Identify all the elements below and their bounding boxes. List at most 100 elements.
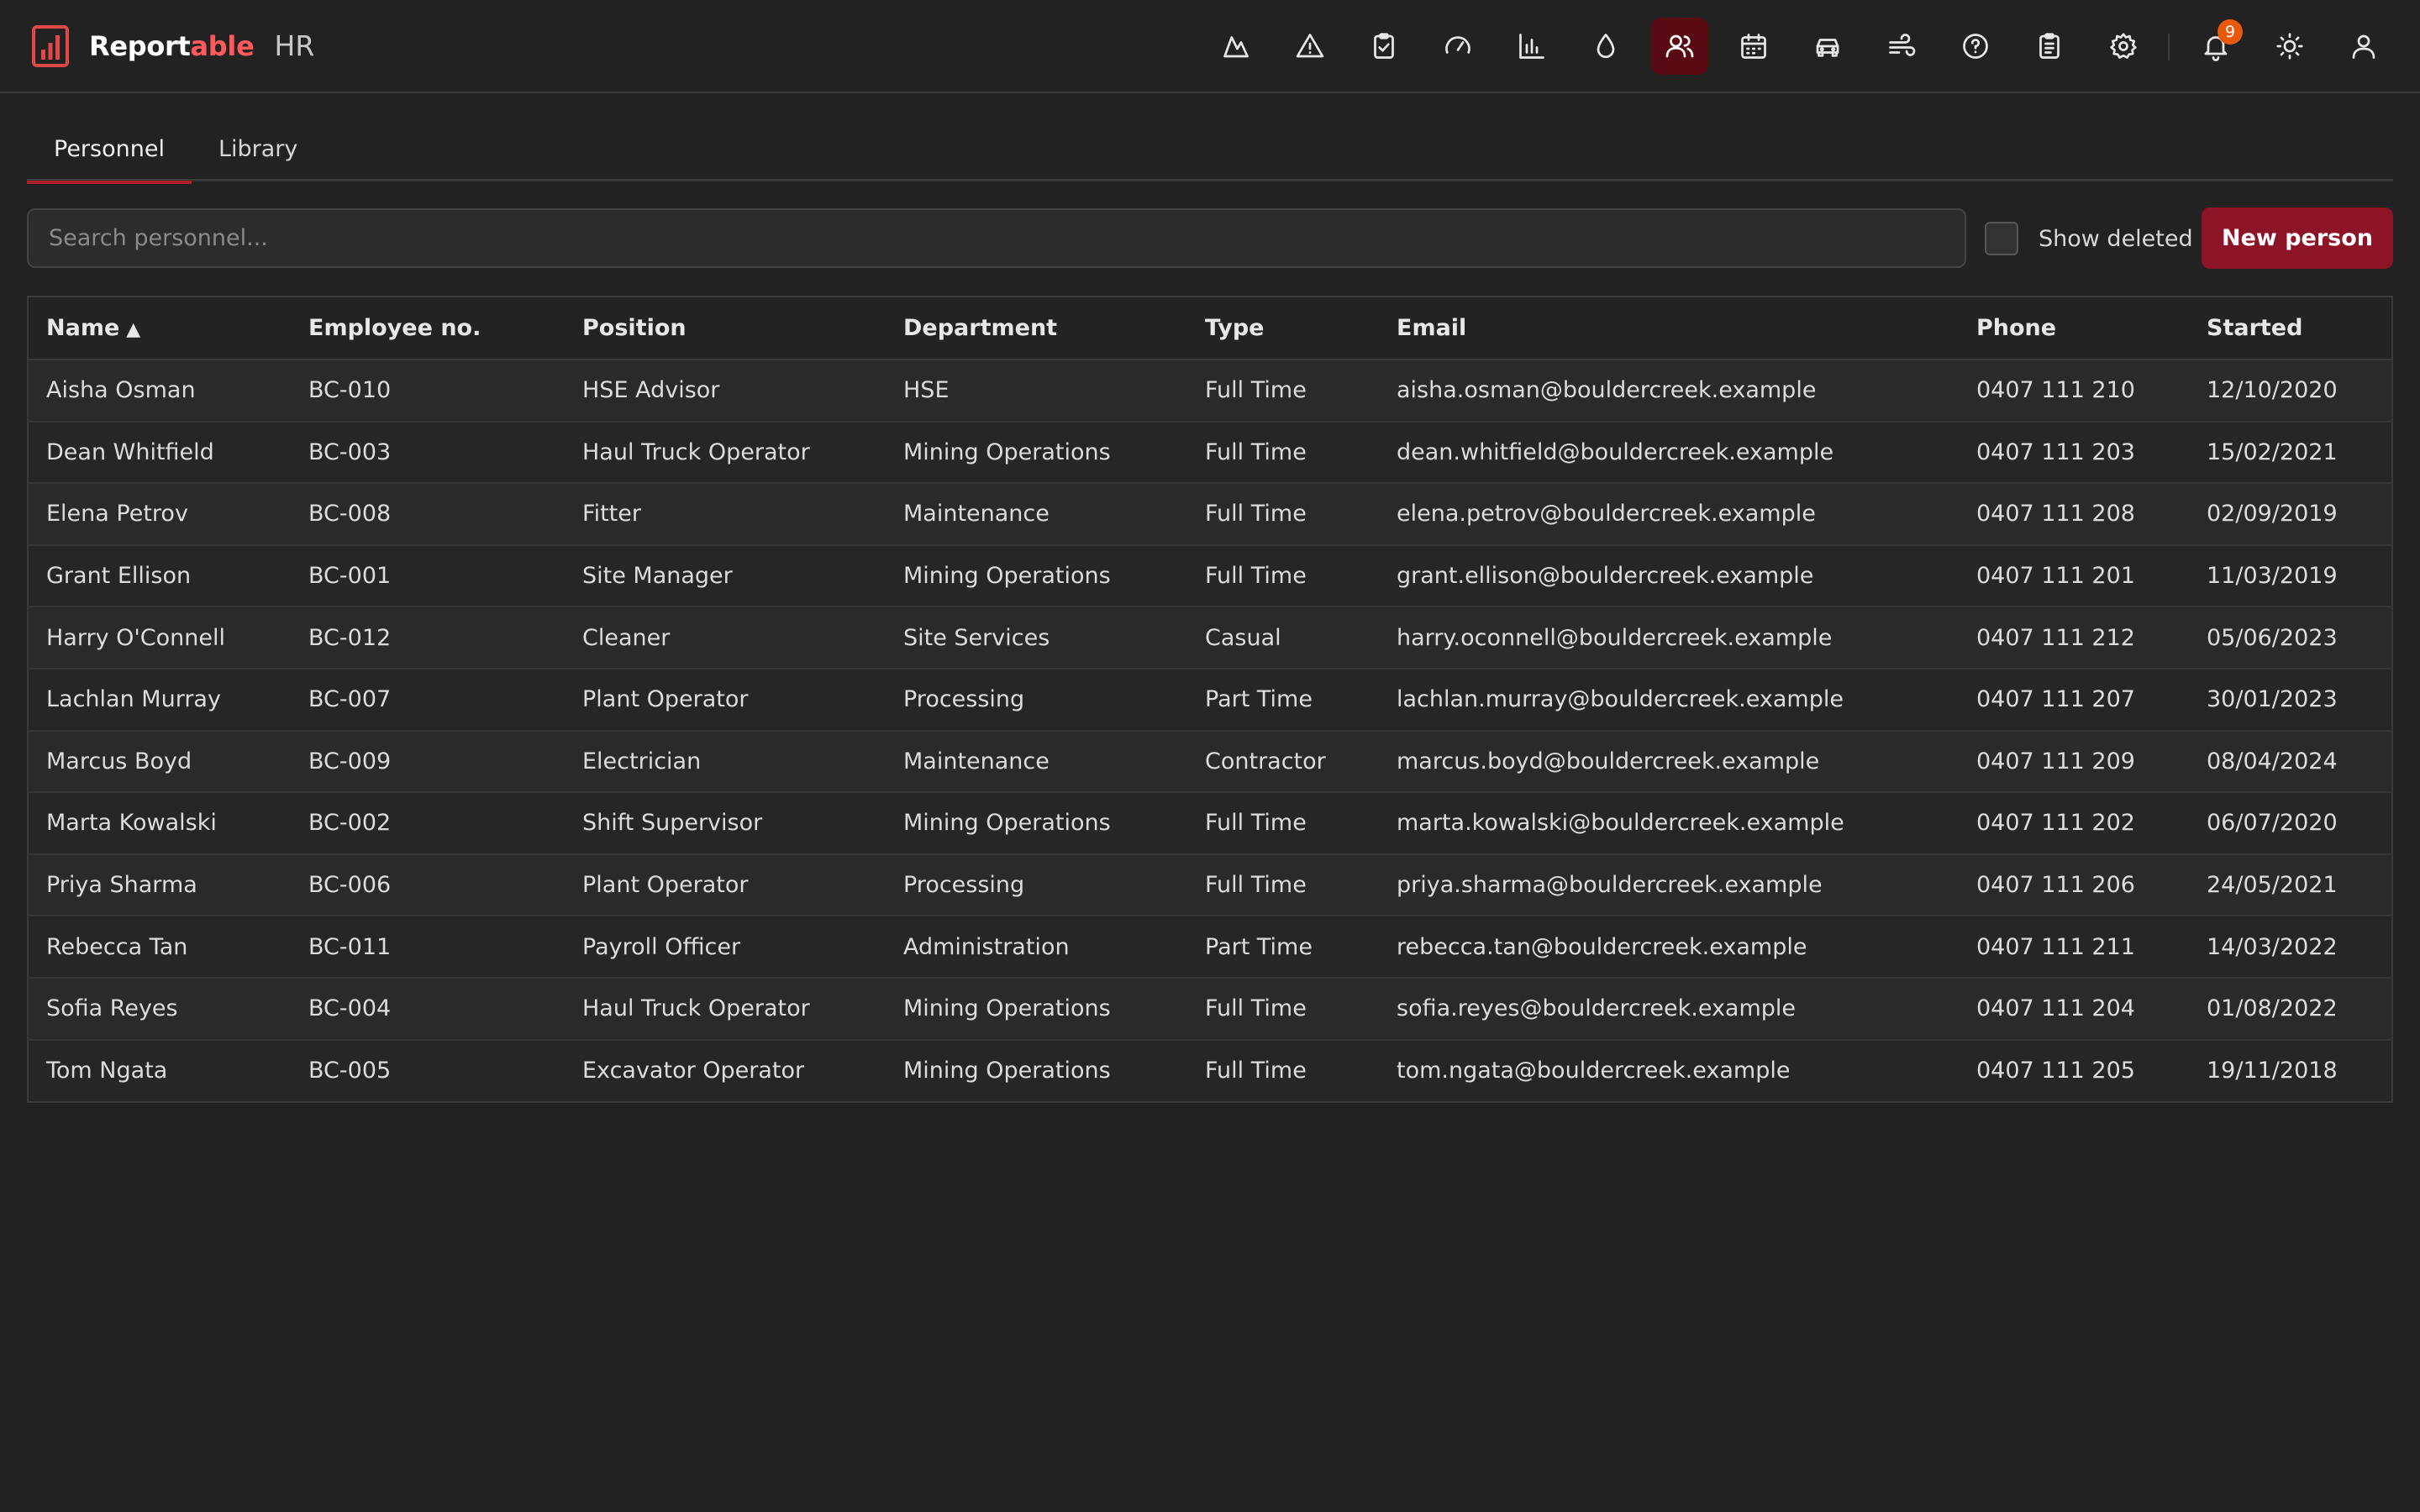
bell-icon[interactable]: 9 bbox=[2187, 18, 2244, 75]
position-cell: HSE Advisor bbox=[565, 360, 886, 423]
tab-library[interactable]: Library bbox=[192, 118, 324, 181]
column-header-email[interactable]: Email bbox=[1379, 297, 1959, 360]
user-icon[interactable] bbox=[2335, 18, 2392, 75]
type-cell: Full Time bbox=[1187, 544, 1379, 608]
wind-icon[interactable] bbox=[1873, 18, 1930, 75]
email-cell: grant.ellison@bouldercreek.example bbox=[1379, 544, 1959, 608]
employee-no-cell: BC-002 bbox=[291, 792, 565, 855]
clipboard-check-icon[interactable] bbox=[1355, 18, 1413, 75]
department-cell: Maintenance bbox=[886, 483, 1187, 546]
email-cell: rebecca.tan@bouldercreek.example bbox=[1379, 916, 1959, 979]
column-header-employee-no[interactable]: Employee no. bbox=[291, 297, 565, 360]
column-header-phone[interactable]: Phone bbox=[1959, 297, 2189, 360]
column-header-started[interactable]: Started bbox=[2189, 297, 2391, 360]
main-nav: 9 bbox=[0, 0, 2420, 92]
position-cell: Fitter bbox=[565, 483, 886, 546]
droplet-icon[interactable] bbox=[1577, 18, 1634, 75]
employee-no-cell: BC-007 bbox=[291, 668, 565, 732]
email-cell: sofia.reyes@bouldercreek.example bbox=[1379, 977, 1959, 1041]
email-cell: harry.oconnell@bouldercreek.example bbox=[1379, 606, 1959, 669]
employee-no-cell: BC-008 bbox=[291, 483, 565, 546]
type-cell: Full Time bbox=[1187, 977, 1379, 1041]
column-header-position[interactable]: Position bbox=[565, 297, 886, 360]
employee-no-cell: BC-006 bbox=[291, 853, 565, 917]
department-cell: Site Services bbox=[886, 606, 1187, 669]
bar-chart-icon[interactable] bbox=[1503, 18, 1560, 75]
employee-no-cell: BC-012 bbox=[291, 606, 565, 669]
type-cell: Part Time bbox=[1187, 916, 1379, 979]
show-deleted-label: Show deleted bbox=[2039, 225, 2193, 252]
table-row[interactable]: Tom Ngata BC-005 Excavator Operator Mining … bbox=[29, 1039, 2391, 1102]
employee-no-cell: BC-001 bbox=[291, 544, 565, 608]
table-row[interactable]: Marcus Boyd BC-009 Electrician Maintenance C… bbox=[29, 730, 2391, 794]
nav-divider bbox=[2168, 34, 2170, 60]
users-icon[interactable] bbox=[1651, 18, 1708, 75]
table-row[interactable]: Marta Kowalski BC-002 Shift Supervisor Mini… bbox=[29, 792, 2391, 855]
table-row[interactable]: Lachlan Murray BC-007 Plant Operator Proces… bbox=[29, 668, 2391, 732]
department-cell: Mining Operations bbox=[886, 977, 1187, 1041]
column-header-type[interactable]: Type bbox=[1187, 297, 1379, 360]
started-cell: 06/07/2020 bbox=[2189, 792, 2391, 855]
department-cell: Mining Operations bbox=[886, 421, 1187, 485]
table-row[interactable]: Priya Sharma BC-006 Plant Operator Processi… bbox=[29, 853, 2391, 917]
started-cell: 02/09/2019 bbox=[2189, 483, 2391, 546]
type-cell: Full Time bbox=[1187, 792, 1379, 855]
type-cell: Contractor bbox=[1187, 730, 1379, 794]
phone-cell: 0407 111 209 bbox=[1959, 730, 2189, 794]
table-row[interactable]: Dean Whitfield BC-003 Haul Truck Operator M… bbox=[29, 421, 2391, 485]
started-cell: 15/02/2021 bbox=[2189, 421, 2391, 485]
position-cell: Haul Truck Operator bbox=[565, 421, 886, 485]
email-cell: lachlan.murray@bouldercreek.example bbox=[1379, 668, 1959, 732]
started-cell: 30/01/2023 bbox=[2189, 668, 2391, 732]
department-cell: Administration bbox=[886, 916, 1187, 979]
employee-no-cell: BC-003 bbox=[291, 421, 565, 485]
email-cell: marcus.boyd@bouldercreek.example bbox=[1379, 730, 1959, 794]
name-cell: Elena Petrov bbox=[29, 483, 291, 546]
sun-icon[interactable] bbox=[2261, 18, 2318, 75]
mountain-icon[interactable] bbox=[1207, 18, 1265, 75]
column-header-department[interactable]: Department bbox=[886, 297, 1187, 360]
position-cell: Electrician bbox=[565, 730, 886, 794]
search-input[interactable] bbox=[27, 208, 1966, 268]
email-cell: elena.petrov@bouldercreek.example bbox=[1379, 483, 1959, 546]
table-row[interactable]: Grant Ellison BC-001 Site Manager Mining Op… bbox=[29, 544, 2391, 608]
show-deleted-checkbox[interactable] bbox=[1985, 222, 2018, 255]
started-cell: 01/08/2022 bbox=[2189, 977, 2391, 1041]
tab-personnel[interactable]: Personnel bbox=[27, 118, 192, 184]
started-cell: 19/11/2018 bbox=[2189, 1039, 2391, 1102]
new-person-button[interactable]: New person bbox=[2202, 207, 2393, 269]
table-row[interactable]: Elena Petrov BC-008 Fitter Maintenance Full … bbox=[29, 483, 2391, 546]
email-cell: aisha.osman@bouldercreek.example bbox=[1379, 360, 1959, 423]
show-deleted-toggle[interactable]: Show deleted bbox=[1985, 222, 2193, 255]
email-cell: dean.whitfield@bouldercreek.example bbox=[1379, 421, 1959, 485]
table-row[interactable]: Aisha Osman BC-010 HSE Advisor HSE Full Time… bbox=[29, 360, 2391, 423]
employee-no-cell: BC-010 bbox=[291, 360, 565, 423]
name-cell: Aisha Osman bbox=[29, 360, 291, 423]
clipboard-list-icon[interactable] bbox=[2021, 18, 2078, 75]
type-cell: Casual bbox=[1187, 606, 1379, 669]
position-cell: Cleaner bbox=[565, 606, 886, 669]
phone-cell: 0407 111 210 bbox=[1959, 360, 2189, 423]
gear-icon[interactable] bbox=[2095, 18, 2152, 75]
name-cell: Sofia Reyes bbox=[29, 977, 291, 1041]
started-cell: 24/05/2021 bbox=[2189, 853, 2391, 917]
name-cell: Grant Ellison bbox=[29, 544, 291, 608]
name-cell: Rebecca Tan bbox=[29, 916, 291, 979]
position-cell: Payroll Officer bbox=[565, 916, 886, 979]
type-cell: Part Time bbox=[1187, 668, 1379, 732]
warning-icon[interactable] bbox=[1281, 18, 1339, 75]
phone-cell: 0407 111 203 bbox=[1959, 421, 2189, 485]
column-header-name[interactable]: Name ▲ bbox=[29, 297, 291, 360]
phone-cell: 0407 111 208 bbox=[1959, 483, 2189, 546]
table-row[interactable]: Sofia Reyes BC-004 Haul Truck Operator Mini… bbox=[29, 977, 2391, 1041]
vehicle-icon[interactable] bbox=[1799, 18, 1856, 75]
phone-cell: 0407 111 207 bbox=[1959, 668, 2189, 732]
table-row[interactable]: Rebecca Tan BC-011 Payroll Officer Administ… bbox=[29, 916, 2391, 979]
gauge-icon[interactable] bbox=[1429, 18, 1486, 75]
calendar-icon[interactable] bbox=[1725, 18, 1782, 75]
help-icon[interactable] bbox=[1947, 18, 2004, 75]
phone-cell: 0407 111 201 bbox=[1959, 544, 2189, 608]
table-row[interactable]: Harry O'Connell BC-012 Cleaner Site Service… bbox=[29, 606, 2391, 669]
position-cell: Plant Operator bbox=[565, 668, 886, 732]
position-cell: Haul Truck Operator bbox=[565, 977, 886, 1041]
